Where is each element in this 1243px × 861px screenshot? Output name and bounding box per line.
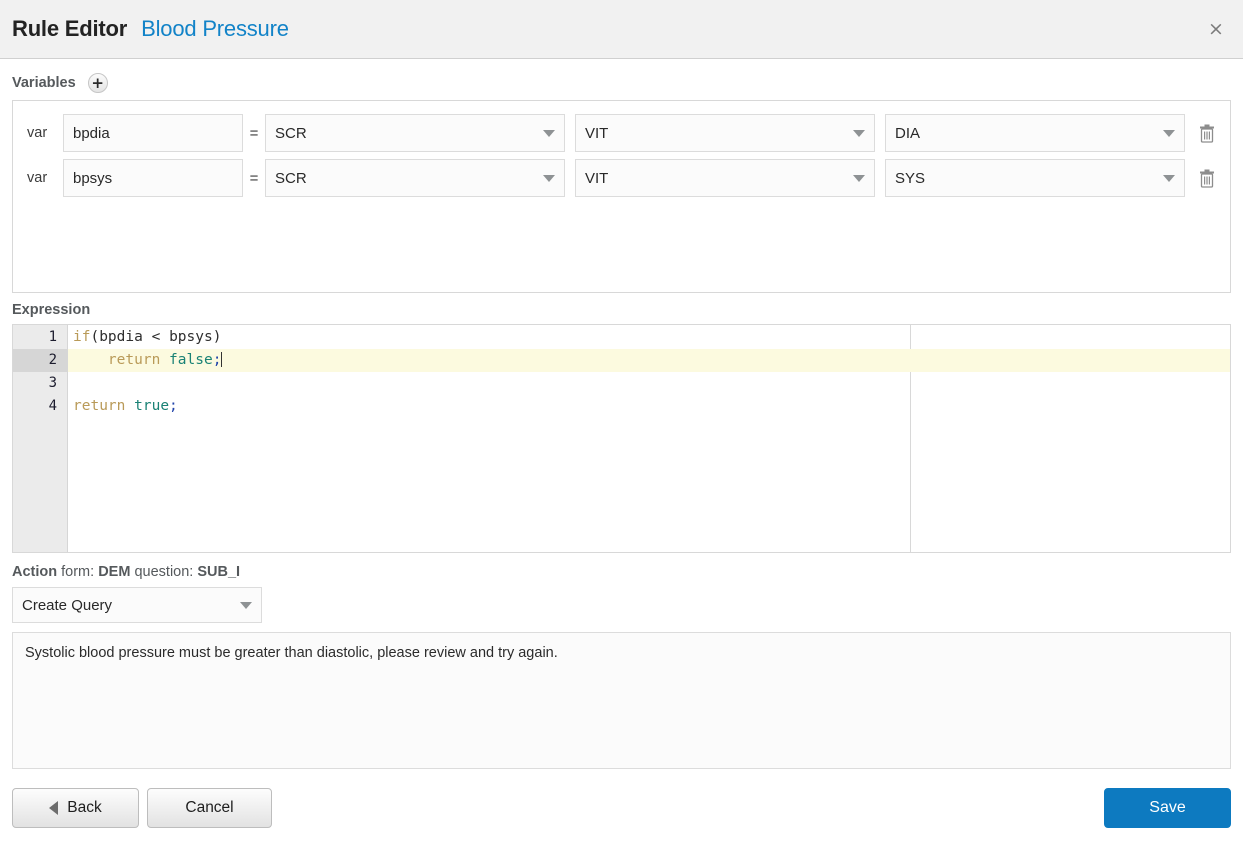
line-number: 2 (13, 349, 67, 372)
code-line: if(bpdia < bpsys) (73, 329, 222, 345)
chevron-down-icon (240, 602, 252, 609)
variable-item-value: SYS (895, 169, 926, 187)
form-word-label: form: (61, 564, 95, 580)
variable-source-value: SCR (275, 169, 307, 187)
var-keyword-label: var (27, 170, 48, 186)
code-editor[interactable]: 1 2 3 4 if(bpdia < bpsys) return false; … (12, 324, 1231, 553)
dialog-footer: Back Cancel Save (0, 787, 1243, 829)
cancel-button[interactable]: Cancel (147, 788, 272, 828)
variable-form-value: VIT (585, 124, 609, 142)
action-description: Action form: DEM question: SUB_I (0, 553, 1243, 587)
var-keyword-label: var (27, 125, 48, 141)
delete-variable-icon[interactable] (1196, 124, 1218, 143)
expression-label: Expression (12, 302, 91, 318)
variable-row: var = SCR VIT DIA (13, 114, 1230, 152)
chevron-down-icon (853, 130, 865, 137)
code-line-active: return false; (68, 349, 1230, 372)
question-value-label: SUB_I (197, 564, 241, 580)
line-number: 3 (48, 375, 57, 391)
variables-panel: var = SCR VIT DIA var = (12, 100, 1231, 293)
action-word-label: Action (12, 564, 58, 580)
delete-variable-icon[interactable] (1196, 169, 1218, 188)
save-button-label: Save (1149, 799, 1186, 816)
equals-label: = (249, 124, 259, 142)
chevron-down-icon (543, 130, 555, 137)
line-number: 1 (48, 329, 57, 345)
chevron-down-icon (1163, 175, 1175, 182)
chevron-down-icon (543, 175, 555, 182)
back-button-label: Back (67, 799, 102, 816)
line-number: 4 (48, 398, 57, 414)
variable-item-value: DIA (895, 124, 921, 142)
dialog-header: Rule Editor Blood Pressure × (0, 0, 1243, 59)
form-value-label: DEM (98, 564, 131, 580)
variable-form-select[interactable]: VIT (575, 114, 875, 152)
variable-item-select[interactable]: SYS (885, 159, 1185, 197)
equals-label: = (249, 169, 259, 187)
chevron-left-icon (49, 801, 59, 815)
back-button[interactable]: Back (12, 788, 139, 828)
code-line: return true; (73, 398, 178, 414)
variables-section-header: Variables + (0, 59, 1243, 100)
variable-source-select[interactable]: SCR (265, 114, 565, 152)
cancel-button-label: Cancel (185, 799, 234, 816)
chevron-down-icon (1163, 130, 1175, 137)
chevron-down-icon (853, 175, 865, 182)
action-type-value: Create Query (22, 596, 113, 614)
code-area[interactable]: if(bpdia < bpsys) return false; return t… (68, 325, 1230, 552)
variable-row: var = SCR VIT SYS (13, 159, 1230, 197)
text-cursor (221, 352, 223, 367)
variable-form-value: VIT (585, 169, 609, 187)
expression-section-header: Expression (0, 293, 1243, 324)
question-word-label: question: (134, 564, 194, 580)
variables-label: Variables (12, 75, 76, 91)
add-variable-icon[interactable]: + (87, 73, 108, 93)
close-icon[interactable]: × (1203, 16, 1229, 42)
variable-item-select[interactable]: DIA (885, 114, 1185, 152)
action-message-textarea[interactable] (12, 632, 1231, 769)
action-type-select[interactable]: Create Query (12, 587, 262, 623)
page-title: Rule Editor (12, 16, 128, 41)
rule-name-label: Blood Pressure (141, 16, 289, 41)
variable-name-input[interactable] (63, 159, 243, 197)
variable-source-value: SCR (275, 124, 307, 142)
variable-form-select[interactable]: VIT (575, 159, 875, 197)
line-number-gutter: 1 2 3 4 (13, 325, 68, 552)
variable-name-input[interactable] (63, 114, 243, 152)
variable-source-select[interactable]: SCR (265, 159, 565, 197)
save-button[interactable]: Save (1104, 788, 1231, 828)
